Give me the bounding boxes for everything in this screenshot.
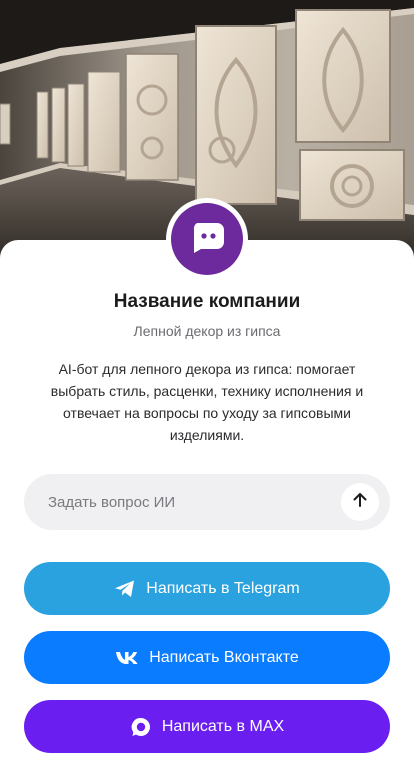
telegram-button-label: Написать в Telegram (146, 579, 300, 597)
send-button[interactable] (341, 483, 379, 521)
company-description: AI-бот для лепного декора из гипса: помо… (50, 361, 364, 443)
avatar-badge (171, 203, 243, 275)
ask-ai-field (24, 474, 390, 530)
company-name: Название компании (113, 291, 301, 312)
max-button[interactable]: Написать в MAX (24, 700, 390, 753)
max-icon (130, 716, 152, 738)
company-subtitle: Лепной декор из гипса (133, 323, 281, 339)
max-button-label: Написать в MAX (161, 717, 285, 735)
vk-icon (115, 651, 139, 665)
telegram-icon (114, 579, 136, 599)
vk-button-label: Написать Вконтакте (149, 648, 299, 666)
chat-bot-icon (189, 220, 225, 259)
ask-ai-input[interactable] (24, 474, 324, 530)
avatar (166, 198, 248, 280)
vk-button[interactable]: Написать Вконтакте (24, 631, 390, 684)
arrow-up-icon (351, 491, 369, 514)
telegram-button[interactable]: Написать в Telegram (24, 562, 390, 615)
